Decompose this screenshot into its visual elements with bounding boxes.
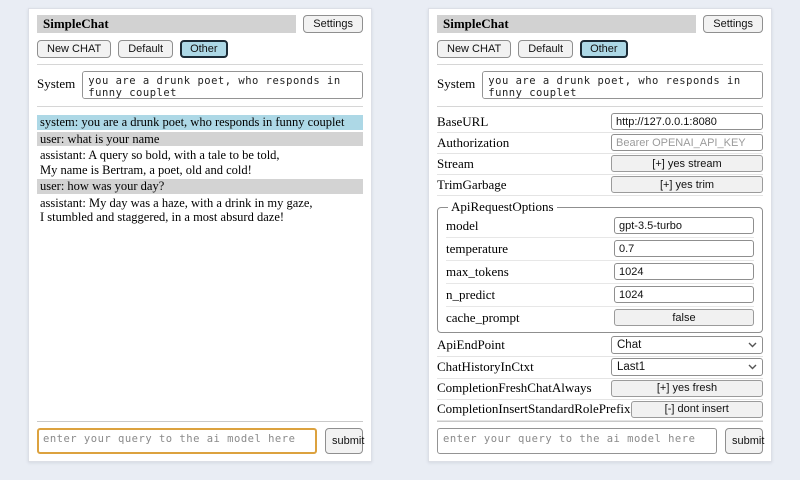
chat-message-system: system: you are a drunk poet, who respon…: [37, 115, 363, 130]
stream-toggle-button[interactable]: [+] yes stream: [611, 155, 763, 172]
baseurl-input[interactable]: [611, 113, 763, 130]
divider: [37, 106, 363, 107]
session-button-default[interactable]: Default: [118, 40, 173, 58]
trimgarbage-label: TrimGarbage: [437, 177, 507, 193]
max-tokens-label: max_tokens: [446, 264, 509, 280]
api-endpoint-select[interactable]: Chat: [611, 336, 763, 354]
divider: [37, 64, 363, 65]
max-tokens-input[interactable]: [614, 263, 754, 280]
setting-row-model: model: [446, 215, 754, 238]
divider: [37, 421, 363, 422]
simplechat-chat-panel: SimpleChat Settings New CHAT Default Oth…: [28, 8, 372, 462]
api-request-options-legend: ApiRequestOptions: [448, 199, 557, 215]
session-button-other[interactable]: Other: [180, 40, 228, 58]
setting-row-api-endpoint: ApiEndPoint Chat: [437, 335, 763, 357]
app-title: SimpleChat: [37, 15, 296, 33]
settings-button[interactable]: Settings: [703, 15, 763, 33]
system-prompt-row: System you are a drunk poet, who respond…: [437, 71, 763, 99]
api-request-options-fieldset: ApiRequestOptions model temperature max_…: [437, 199, 763, 333]
api-endpoint-label: ApiEndPoint: [437, 337, 505, 353]
trimgarbage-toggle-button[interactable]: [+] yes trim: [611, 176, 763, 193]
temperature-label: temperature: [446, 241, 508, 257]
session-buttons: New CHAT Default Other: [437, 40, 763, 58]
setting-row-max-tokens: max_tokens: [446, 261, 754, 284]
cache-prompt-label: cache_prompt: [446, 310, 520, 326]
query-input[interactable]: [37, 428, 317, 454]
api-endpoint-selected-value: Chat: [617, 339, 641, 351]
setting-row-temperature: temperature: [446, 238, 754, 261]
session-buttons: New CHAT Default Other: [37, 40, 363, 58]
setting-row-n-predict: n_predict: [446, 284, 754, 307]
setting-row-completion-fresh-chat-always: CompletionFreshChatAlways [+] yes fresh: [437, 379, 763, 400]
divider: [437, 64, 763, 65]
n-predict-input[interactable]: [614, 286, 754, 303]
setting-row-stream: Stream [+] yes stream: [437, 154, 763, 175]
setting-row-completion-insert-standard-role-prefix: CompletionInsertStandardRolePrefix [-] d…: [437, 400, 763, 421]
authorization-label: Authorization: [437, 135, 509, 151]
cache-prompt-toggle-button[interactable]: false: [614, 309, 754, 326]
query-input[interactable]: [437, 428, 717, 454]
n-predict-label: n_predict: [446, 287, 495, 303]
titlebar: SimpleChat Settings: [437, 15, 763, 33]
setting-row-trimgarbage: TrimGarbage [+] yes trim: [437, 175, 763, 196]
system-label: System: [437, 71, 475, 99]
query-row: submit: [437, 428, 763, 454]
settings-button[interactable]: Settings: [303, 15, 363, 33]
setting-row-chat-history-in-ctxt: ChatHistoryInCtxt Last1: [437, 357, 763, 379]
divider: [437, 106, 763, 107]
setting-row-baseurl: BaseURL: [437, 112, 763, 133]
chat-history-selected-value: Last1: [617, 361, 645, 373]
completion-fresh-chat-always-label: CompletionFreshChatAlways: [437, 380, 592, 396]
temperature-input[interactable]: [614, 240, 754, 257]
submit-button[interactable]: submit: [725, 428, 763, 454]
system-label: System: [37, 71, 75, 99]
baseurl-label: BaseURL: [437, 114, 488, 130]
setting-row-authorization: Authorization: [437, 133, 763, 154]
titlebar: SimpleChat Settings: [37, 15, 363, 33]
session-button-default[interactable]: Default: [518, 40, 573, 58]
chevron-down-icon: [748, 342, 757, 348]
completion-insert-standard-role-prefix-toggle-button[interactable]: [-] dont insert: [631, 401, 763, 418]
session-button-other[interactable]: Other: [580, 40, 628, 58]
model-input[interactable]: [614, 217, 754, 234]
submit-button[interactable]: submit: [325, 428, 363, 454]
chevron-down-icon: [748, 364, 757, 370]
new-chat-button[interactable]: New CHAT: [37, 40, 111, 58]
chat-message-list: system: you are a drunk poet, who respon…: [37, 113, 363, 227]
system-prompt-input[interactable]: you are a drunk poet, who responds in fu…: [482, 71, 763, 99]
new-chat-button[interactable]: New CHAT: [437, 40, 511, 58]
stream-label: Stream: [437, 156, 474, 172]
system-prompt-input[interactable]: you are a drunk poet, who responds in fu…: [82, 71, 363, 99]
spacer: [37, 227, 363, 422]
chat-message-user: user: how was your day?: [37, 179, 363, 194]
setting-row-cache-prompt: cache_prompt false: [446, 307, 754, 329]
system-prompt-row: System you are a drunk poet, who respond…: [37, 71, 363, 99]
model-label: model: [446, 218, 479, 234]
query-row: submit: [37, 428, 363, 454]
divider: [437, 421, 763, 422]
chat-message-assistant: assistant: A query so bold, with a tale …: [37, 148, 363, 177]
app-title: SimpleChat: [437, 15, 696, 33]
simplechat-settings-panel: SimpleChat Settings New CHAT Default Oth…: [428, 8, 772, 462]
completion-fresh-chat-always-toggle-button[interactable]: [+] yes fresh: [611, 380, 763, 397]
authorization-input[interactable]: [611, 134, 763, 151]
chat-history-in-ctxt-select[interactable]: Last1: [611, 358, 763, 376]
chat-message-assistant: assistant: My day was a haze, with a dri…: [37, 196, 363, 225]
chat-message-user: user: what is your name: [37, 132, 363, 147]
chat-history-in-ctxt-label: ChatHistoryInCtxt: [437, 359, 534, 375]
completion-insert-standard-role-prefix-label: CompletionInsertStandardRolePrefix: [437, 401, 631, 417]
